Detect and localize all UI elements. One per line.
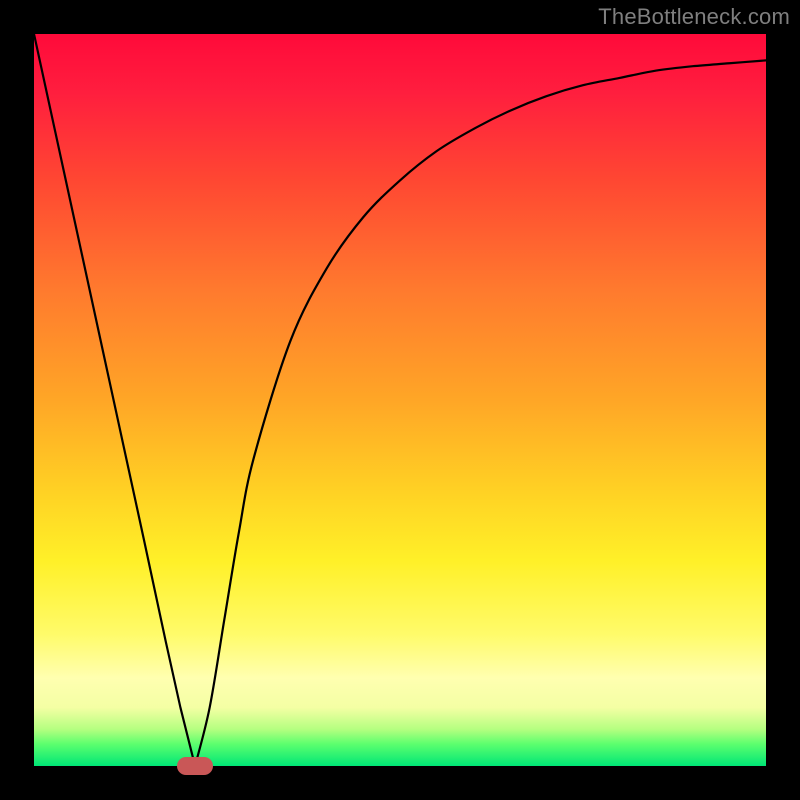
bottleneck-curve <box>34 34 766 766</box>
optimal-marker <box>177 757 213 775</box>
watermark-text: TheBottleneck.com <box>598 4 790 30</box>
chart-frame: TheBottleneck.com <box>0 0 800 800</box>
plot-area <box>34 34 766 766</box>
